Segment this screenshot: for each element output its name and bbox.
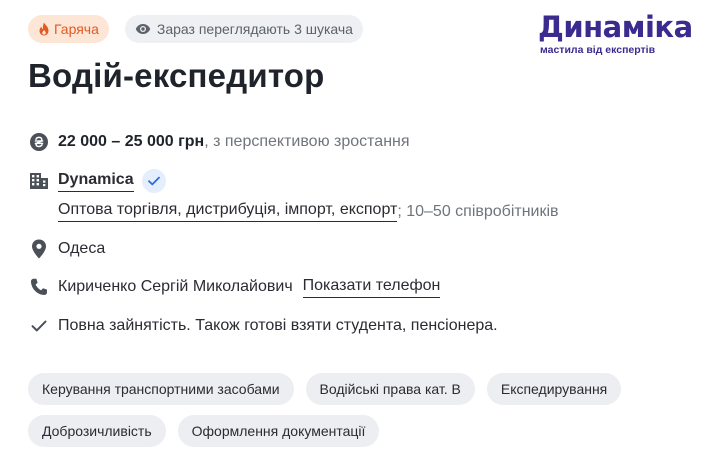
location-row: Одеса <box>28 238 105 260</box>
hryvnia-icon <box>28 131 50 153</box>
viewers-badge: Зараз переглядають 3 шукача <box>124 15 363 43</box>
fire-icon <box>39 22 49 36</box>
employment-text: Повна зайнятість. Також готові взяти сту… <box>58 317 498 334</box>
skill-tag[interactable]: Водійські права кат. B <box>305 373 475 405</box>
company-logo[interactable]: Динаміка мастила від експертів <box>538 12 708 62</box>
phone-icon <box>28 276 50 298</box>
verified-badge <box>141 169 166 193</box>
company-size: ; 10–50 співробітників <box>397 202 559 220</box>
skill-tag[interactable]: Керування транспортними засобами <box>28 373 294 405</box>
job-title: Водій-експедитор <box>28 57 325 94</box>
vacancy-header: Гаряча Зараз переглядають 3 шукача Динам… <box>0 0 728 454</box>
logo-tagline: мастила від експертів <box>540 44 656 56</box>
check-icon <box>28 315 50 337</box>
viewers-badge-label: Зараз переглядають 3 шукача <box>156 21 353 37</box>
industry-row: Оптова торгівля, дистрибуція, імпорт, ек… <box>58 201 559 222</box>
show-phone-link[interactable]: Показати телефон <box>302 277 441 298</box>
salary-note: , з перспективою зростання <box>204 133 410 150</box>
badge-row: Гаряча Зараз переглядають 3 шукача <box>28 15 363 43</box>
company-row: Dynamica <box>28 169 166 193</box>
industry-link[interactable]: Оптова торгівля, дистрибуція, імпорт, ек… <box>58 201 398 222</box>
salary-value: 22 000 – 25 000 грн <box>58 133 205 150</box>
employment-row: Повна зайнятість. Також готові взяти сту… <box>28 315 498 337</box>
eye-icon <box>135 24 151 34</box>
salary-row: 22 000 – 25 000 грн , з перспективою зро… <box>28 131 410 153</box>
skill-tag[interactable]: Оформлення документації <box>177 415 380 447</box>
company-link[interactable]: Dynamica <box>58 171 134 192</box>
skill-tag[interactable]: Доброзичливість <box>28 415 166 447</box>
contact-row: Кириченко Сергій Миколайович Показати те… <box>28 276 441 298</box>
building-icon <box>28 170 50 192</box>
city: Одеса <box>58 240 106 257</box>
logo-word: Динаміка <box>538 10 693 44</box>
contact-person: Кириченко Сергій Миколайович <box>58 278 293 295</box>
hot-badge-label: Гаряча <box>54 21 99 37</box>
hot-badge: Гаряча <box>28 15 109 43</box>
location-pin-icon <box>28 238 50 260</box>
skill-tag[interactable]: Експедирування <box>486 373 622 405</box>
checkmark-icon <box>147 176 160 186</box>
skill-tags: Керування транспортними засобами Водійсь… <box>28 373 708 447</box>
